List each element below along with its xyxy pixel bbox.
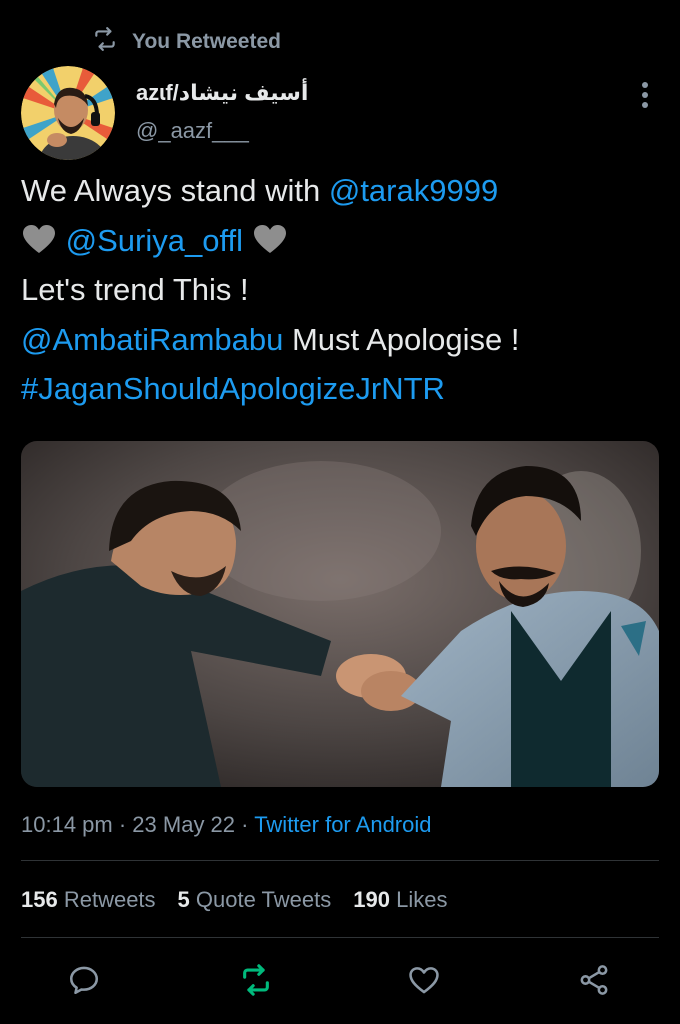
retweet-icon (243, 964, 269, 996)
reply-button[interactable] (64, 960, 104, 1000)
more-options-icon[interactable] (633, 80, 657, 110)
avatar[interactable] (21, 66, 115, 160)
tweet-text-segment: We Always stand with (21, 173, 329, 208)
likes-count: 190 (353, 887, 390, 912)
grey-heart-emoji-icon (253, 224, 286, 253)
retweet-icon (92, 26, 118, 58)
mention-link[interactable]: @tarak9999 (329, 173, 498, 208)
like-button[interactable] (404, 960, 444, 1000)
quote-tweets-count: 5 (177, 887, 190, 912)
retweets-stat[interactable]: 156 Retweets (21, 887, 156, 913)
divider (21, 860, 659, 861)
retweets-count: 156 (21, 887, 58, 912)
tweet-text: We Always stand with @tarak9999 @Suriya_… (21, 166, 661, 414)
engagement-stats: 156 Retweets 5 Quote Tweets 190 Likes (21, 887, 447, 913)
tweet-time[interactable]: 10:14 pm (21, 812, 113, 837)
retweets-label: Retweets (57, 887, 156, 912)
tweet-line-5: #JaganShouldApologizeJrNTR (21, 364, 661, 414)
grey-heart-emoji-icon (23, 224, 55, 253)
display-name[interactable]: azɩf/أسيف نيشاد (136, 80, 308, 106)
meta-separator: · (112, 812, 133, 837)
mention-link[interactable]: @AmbatiRambabu (21, 322, 283, 357)
mention-link[interactable]: @Suriya_offl (66, 223, 243, 258)
tweet-text-segment: Must Apologise ! (283, 321, 520, 357)
likes-label: Likes (389, 887, 448, 912)
reply-icon (69, 966, 99, 995)
action-bar (0, 960, 680, 1000)
quote-tweets-label: Quote Tweets (189, 887, 332, 912)
divider (21, 937, 659, 938)
hashtag-link[interactable]: #JaganShouldApologizeJrNTR (21, 371, 445, 406)
heart-icon (409, 967, 439, 994)
quote-tweets-stat[interactable]: 5 Quote Tweets (178, 887, 332, 913)
share-button[interactable] (574, 960, 614, 1000)
retweet-button[interactable] (236, 960, 276, 1000)
user-handle[interactable]: @_aazf___ (136, 118, 249, 144)
tweet-line-2: @Suriya_offl (21, 216, 661, 266)
retweet-banner[interactable]: You Retweeted (92, 26, 281, 58)
tweet-source-link[interactable]: Twitter for Android (254, 812, 431, 837)
tweet-line-1: We Always stand with @tarak9999 (21, 166, 661, 216)
tweet-timestamp: 10:14 pm · 23 May 22 · Twitter for Andro… (21, 812, 432, 838)
meta-separator: · (235, 812, 255, 837)
tweet-line-4: @AmbatiRambabu Must Apologise ! (21, 315, 661, 365)
likes-stat[interactable]: 190 Likes (353, 887, 447, 913)
tweet-line-3: Let's trend This ! (21, 272, 249, 307)
share-icon (580, 965, 608, 995)
tweet-date[interactable]: 23 May 22 (132, 812, 235, 837)
tweet-media-image[interactable] (21, 441, 659, 787)
retweet-banner-label: You Retweeted (132, 30, 281, 53)
